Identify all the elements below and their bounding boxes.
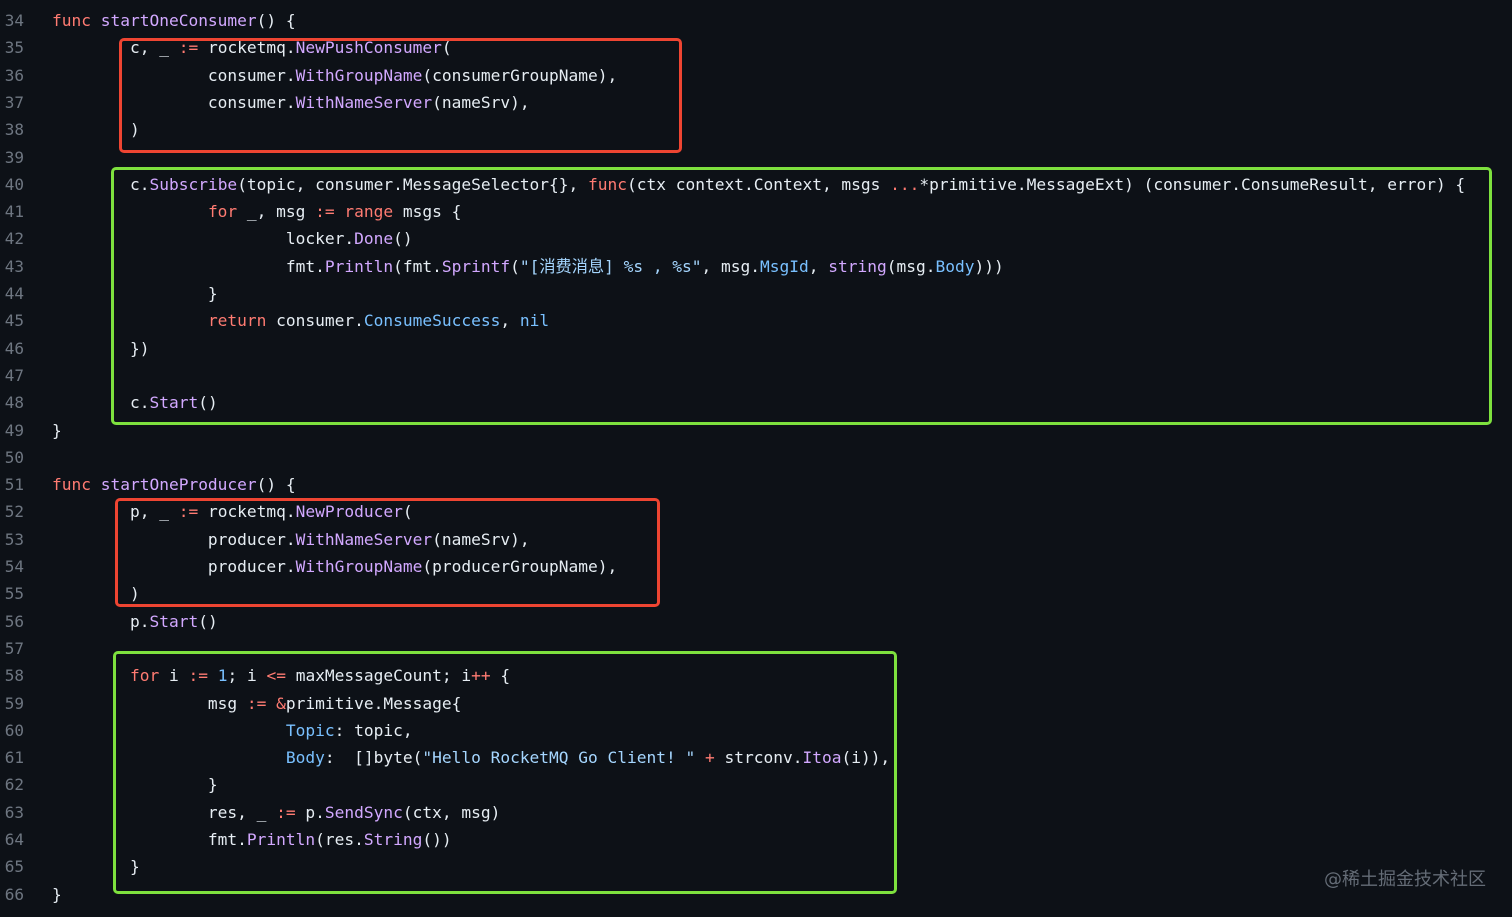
line-number: 50 xyxy=(4,447,24,467)
line-number: 59 xyxy=(4,693,24,713)
code-token: () { xyxy=(256,475,296,495)
code-token: func xyxy=(52,475,91,495)
code-text: func startOneConsumer() { xyxy=(52,7,296,34)
line-number: 55 xyxy=(4,584,24,604)
line-number: 46 xyxy=(4,338,24,358)
green-highlight-box-subscribe xyxy=(111,167,1492,425)
line-number: 62 xyxy=(4,775,24,795)
line-number: 39 xyxy=(4,147,24,167)
line-number: 47 xyxy=(4,365,24,385)
red-highlight-box-producer-init xyxy=(115,498,660,607)
line-number: 61 xyxy=(4,748,24,768)
line-number: 37 xyxy=(4,92,24,112)
code-token: Start xyxy=(149,611,199,631)
line-number: 52 xyxy=(4,502,24,522)
line-number: 44 xyxy=(4,284,24,303)
line-number: 40 xyxy=(4,174,24,194)
code-token: } xyxy=(52,884,62,904)
code-text: } xyxy=(52,417,62,444)
line-number: 56 xyxy=(4,611,24,631)
line-number: 58 xyxy=(4,666,24,686)
code-text: func startOneProducer() { xyxy=(52,471,296,498)
line-number: 64 xyxy=(4,830,24,849)
line-number: 53 xyxy=(4,529,24,549)
line-number: 66 xyxy=(4,884,24,904)
code-token: startOneProducer xyxy=(100,475,257,495)
line-number: 43 xyxy=(4,256,24,276)
line-number: 34 xyxy=(4,11,24,30)
line-number: 49 xyxy=(4,420,24,440)
line-number: 36 xyxy=(4,65,24,85)
line-number: 48 xyxy=(4,393,24,413)
watermark-text: @稀土掘金技术社区 xyxy=(1324,869,1486,890)
line-number: 42 xyxy=(4,229,24,249)
line-number: 35 xyxy=(4,38,24,58)
code-token: () xyxy=(198,611,218,631)
line-number: 45 xyxy=(4,311,24,331)
line-number: 38 xyxy=(4,120,24,140)
code-text: } xyxy=(52,881,62,908)
line-number: 57 xyxy=(4,638,24,658)
code-token: func xyxy=(52,11,91,30)
green-highlight-box-send-loop xyxy=(113,651,897,894)
code-token: } xyxy=(52,420,62,440)
line-number: 63 xyxy=(4,802,24,822)
line-number: 54 xyxy=(4,557,24,576)
line-number: 65 xyxy=(4,857,24,877)
code-token: () { xyxy=(256,11,296,30)
red-highlight-box-consumer-init xyxy=(119,38,682,153)
code-text: p.Start() xyxy=(52,608,218,635)
line-number: 41 xyxy=(4,202,24,222)
code-token: startOneConsumer xyxy=(100,11,257,30)
line-number: 60 xyxy=(4,720,24,740)
code-token: p. xyxy=(52,611,150,631)
line-number: 51 xyxy=(4,475,24,495)
